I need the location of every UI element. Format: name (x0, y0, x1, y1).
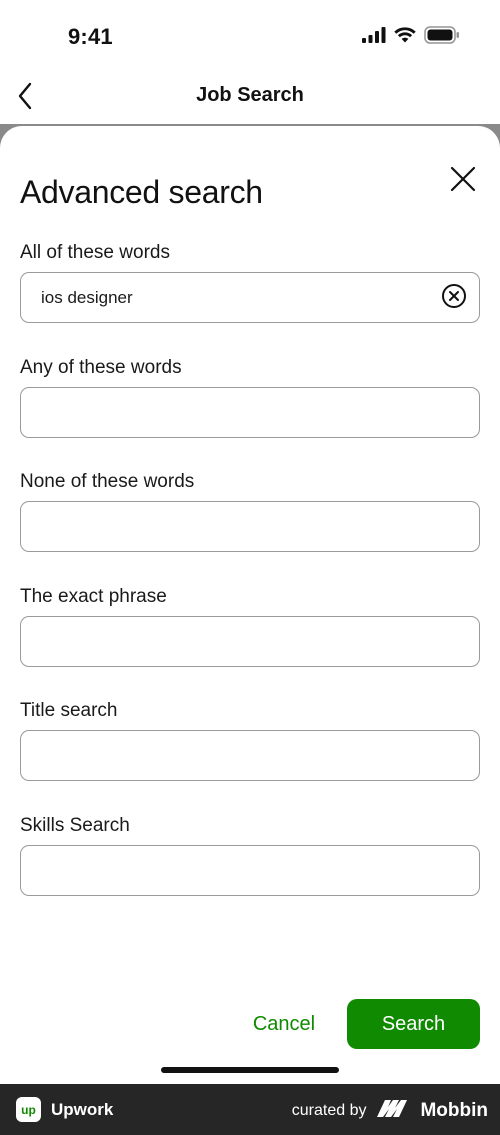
none-words-field-box (20, 501, 480, 552)
all-words-input[interactable] (21, 273, 421, 322)
exact-phrase-input[interactable] (21, 617, 421, 666)
upwork-logo-icon: up (16, 1097, 41, 1122)
clear-all-words-button[interactable] (441, 283, 467, 314)
close-icon (450, 166, 476, 197)
status-icons (362, 26, 460, 49)
title-search-label: Title search (20, 700, 118, 721)
exact-phrase-label: The exact phrase (20, 586, 167, 607)
wifi-icon (394, 27, 416, 48)
all-words-label: All of these words (20, 242, 170, 263)
mobbin-logo: Mobbin (376, 1098, 488, 1123)
any-words-field-box (20, 387, 480, 438)
mobbin-name: Mobbin (420, 1099, 488, 1121)
advanced-search-sheet: Advanced search All of these words Any o… (0, 126, 500, 1084)
all-words-field-box (20, 272, 480, 323)
exact-phrase-field-box (20, 616, 480, 667)
skills-search-field-box (20, 845, 480, 896)
battery-icon (424, 26, 460, 49)
status-bar: 9:41 (0, 0, 500, 72)
skills-search-label: Skills Search (20, 815, 130, 836)
nav-title: Job Search (196, 84, 304, 106)
home-indicator (161, 1067, 339, 1073)
search-button[interactable]: Search (347, 999, 480, 1049)
close-button[interactable] (446, 164, 480, 198)
nav-bar: Job Search (0, 72, 500, 124)
none-words-label: None of these words (20, 471, 195, 492)
curated-by-text: curated by (291, 1101, 367, 1119)
footer-app-name: Upwork (51, 1099, 114, 1119)
cancel-button[interactable]: Cancel (236, 999, 332, 1049)
clear-circle-icon (441, 283, 467, 314)
cellular-signal-icon (362, 27, 386, 48)
sheet-title: Advanced search (20, 174, 263, 210)
footer-banner: up Upwork curated by Mobbin (0, 1084, 500, 1135)
footer-credit: curated by Mobbin (292, 1098, 488, 1123)
any-words-label: Any of these words (20, 357, 182, 378)
footer-app: up Upwork (16, 1097, 113, 1122)
none-words-input[interactable] (21, 502, 421, 551)
title-search-input[interactable] (21, 731, 421, 780)
status-time: 9:41 (68, 24, 113, 49)
skills-search-input[interactable] (21, 846, 421, 895)
title-search-field-box (20, 730, 480, 781)
mobbin-mark-icon (376, 1098, 414, 1123)
any-words-input[interactable] (21, 388, 421, 437)
